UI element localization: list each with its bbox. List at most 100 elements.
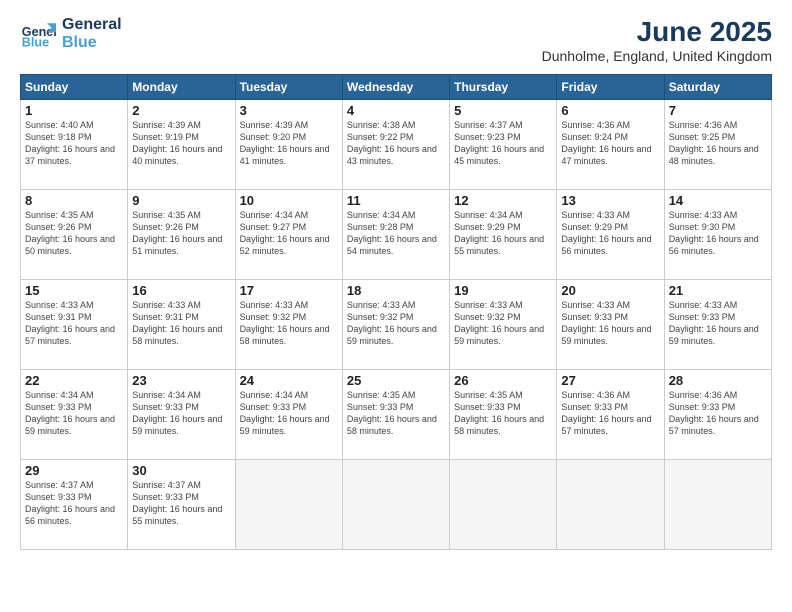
daylight-label: Daylight: 16 hours and 54 minutes.	[347, 234, 437, 256]
daylight-label: Daylight: 16 hours and 41 minutes.	[240, 144, 330, 166]
daylight-label: Daylight: 16 hours and 58 minutes.	[347, 414, 437, 436]
calendar-row: 15 Sunrise: 4:33 AM Sunset: 9:31 PM Dayl…	[21, 280, 772, 370]
header-friday: Friday	[557, 75, 664, 100]
day-number: 28	[669, 373, 767, 388]
calendar-cell	[342, 460, 449, 550]
sunset-label: Sunset: 9:24 PM	[561, 132, 628, 142]
day-info: Sunrise: 4:37 AM Sunset: 9:33 PM Dayligh…	[25, 479, 123, 528]
day-number: 16	[132, 283, 230, 298]
day-number: 22	[25, 373, 123, 388]
daylight-label: Daylight: 16 hours and 59 minutes.	[454, 324, 544, 346]
sunrise-label: Sunrise: 4:33 AM	[561, 210, 630, 220]
header: General Blue General Blue June 2025 Dunh…	[20, 16, 772, 64]
day-number: 13	[561, 193, 659, 208]
day-info: Sunrise: 4:36 AM Sunset: 9:33 PM Dayligh…	[561, 389, 659, 438]
calendar-cell: 22 Sunrise: 4:34 AM Sunset: 9:33 PM Dayl…	[21, 370, 128, 460]
calendar-row: 29 Sunrise: 4:37 AM Sunset: 9:33 PM Dayl…	[21, 460, 772, 550]
weekday-header-row: Sunday Monday Tuesday Wednesday Thursday…	[21, 75, 772, 100]
sunset-label: Sunset: 9:22 PM	[347, 132, 414, 142]
sunrise-label: Sunrise: 4:33 AM	[669, 300, 738, 310]
day-info: Sunrise: 4:39 AM Sunset: 9:20 PM Dayligh…	[240, 119, 338, 168]
sunrise-label: Sunrise: 4:33 AM	[454, 300, 523, 310]
calendar-row: 1 Sunrise: 4:40 AM Sunset: 9:18 PM Dayli…	[21, 100, 772, 190]
sunset-label: Sunset: 9:33 PM	[240, 402, 307, 412]
day-info: Sunrise: 4:35 AM Sunset: 9:33 PM Dayligh…	[454, 389, 552, 438]
sunrise-label: Sunrise: 4:36 AM	[669, 120, 738, 130]
calendar-cell: 10 Sunrise: 4:34 AM Sunset: 9:27 PM Dayl…	[235, 190, 342, 280]
header-sunday: Sunday	[21, 75, 128, 100]
daylight-label: Daylight: 16 hours and 47 minutes.	[561, 144, 651, 166]
sunrise-label: Sunrise: 4:34 AM	[240, 390, 309, 400]
calendar-cell	[557, 460, 664, 550]
sunrise-label: Sunrise: 4:35 AM	[132, 210, 201, 220]
sunrise-label: Sunrise: 4:37 AM	[25, 480, 94, 490]
location: Dunholme, England, United Kingdom	[542, 48, 772, 64]
day-number: 19	[454, 283, 552, 298]
daylight-label: Daylight: 16 hours and 37 minutes.	[25, 144, 115, 166]
sunrise-label: Sunrise: 4:38 AM	[347, 120, 416, 130]
calendar-cell: 17 Sunrise: 4:33 AM Sunset: 9:32 PM Dayl…	[235, 280, 342, 370]
calendar-cell: 13 Sunrise: 4:33 AM Sunset: 9:29 PM Dayl…	[557, 190, 664, 280]
day-info: Sunrise: 4:34 AM Sunset: 9:28 PM Dayligh…	[347, 209, 445, 258]
sunrise-label: Sunrise: 4:36 AM	[561, 390, 630, 400]
sunrise-label: Sunrise: 4:39 AM	[240, 120, 309, 130]
daylight-label: Daylight: 16 hours and 58 minutes.	[454, 414, 544, 436]
day-number: 7	[669, 103, 767, 118]
sunset-label: Sunset: 9:31 PM	[132, 312, 199, 322]
day-number: 9	[132, 193, 230, 208]
calendar-cell: 11 Sunrise: 4:34 AM Sunset: 9:28 PM Dayl…	[342, 190, 449, 280]
sunset-label: Sunset: 9:26 PM	[132, 222, 199, 232]
daylight-label: Daylight: 16 hours and 55 minutes.	[132, 504, 222, 526]
daylight-label: Daylight: 16 hours and 56 minutes.	[25, 504, 115, 526]
sunset-label: Sunset: 9:32 PM	[454, 312, 521, 322]
calendar-cell: 7 Sunrise: 4:36 AM Sunset: 9:25 PM Dayli…	[664, 100, 771, 190]
day-info: Sunrise: 4:34 AM Sunset: 9:33 PM Dayligh…	[240, 389, 338, 438]
sunset-label: Sunset: 9:33 PM	[132, 402, 199, 412]
day-info: Sunrise: 4:36 AM Sunset: 9:25 PM Dayligh…	[669, 119, 767, 168]
sunset-label: Sunset: 9:18 PM	[25, 132, 92, 142]
daylight-label: Daylight: 16 hours and 55 minutes.	[454, 234, 544, 256]
day-info: Sunrise: 4:38 AM Sunset: 9:22 PM Dayligh…	[347, 119, 445, 168]
calendar-row: 22 Sunrise: 4:34 AM Sunset: 9:33 PM Dayl…	[21, 370, 772, 460]
month-title: June 2025	[542, 16, 772, 48]
calendar-cell: 6 Sunrise: 4:36 AM Sunset: 9:24 PM Dayli…	[557, 100, 664, 190]
daylight-label: Daylight: 16 hours and 56 minutes.	[561, 234, 651, 256]
day-number: 5	[454, 103, 552, 118]
day-number: 12	[454, 193, 552, 208]
day-number: 20	[561, 283, 659, 298]
calendar-row: 8 Sunrise: 4:35 AM Sunset: 9:26 PM Dayli…	[21, 190, 772, 280]
logo-icon: General Blue	[20, 16, 56, 52]
sunset-label: Sunset: 9:32 PM	[347, 312, 414, 322]
day-info: Sunrise: 4:35 AM Sunset: 9:26 PM Dayligh…	[25, 209, 123, 258]
daylight-label: Daylight: 16 hours and 45 minutes.	[454, 144, 544, 166]
sunrise-label: Sunrise: 4:34 AM	[132, 390, 201, 400]
day-info: Sunrise: 4:33 AM Sunset: 9:31 PM Dayligh…	[132, 299, 230, 348]
daylight-label: Daylight: 16 hours and 52 minutes.	[240, 234, 330, 256]
calendar-cell: 16 Sunrise: 4:33 AM Sunset: 9:31 PM Dayl…	[128, 280, 235, 370]
daylight-label: Daylight: 16 hours and 48 minutes.	[669, 144, 759, 166]
calendar-cell: 23 Sunrise: 4:34 AM Sunset: 9:33 PM Dayl…	[128, 370, 235, 460]
page: General Blue General Blue June 2025 Dunh…	[0, 0, 792, 612]
calendar-cell: 28 Sunrise: 4:36 AM Sunset: 9:33 PM Dayl…	[664, 370, 771, 460]
header-saturday: Saturday	[664, 75, 771, 100]
daylight-label: Daylight: 16 hours and 43 minutes.	[347, 144, 437, 166]
calendar-cell: 25 Sunrise: 4:35 AM Sunset: 9:33 PM Dayl…	[342, 370, 449, 460]
sunrise-label: Sunrise: 4:33 AM	[132, 300, 201, 310]
calendar-cell: 14 Sunrise: 4:33 AM Sunset: 9:30 PM Dayl…	[664, 190, 771, 280]
calendar-cell: 26 Sunrise: 4:35 AM Sunset: 9:33 PM Dayl…	[450, 370, 557, 460]
day-number: 6	[561, 103, 659, 118]
svg-text:Blue: Blue	[22, 36, 49, 50]
daylight-label: Daylight: 16 hours and 57 minutes.	[669, 414, 759, 436]
day-info: Sunrise: 4:33 AM Sunset: 9:29 PM Dayligh…	[561, 209, 659, 258]
sunrise-label: Sunrise: 4:39 AM	[132, 120, 201, 130]
sunset-label: Sunset: 9:33 PM	[454, 402, 521, 412]
day-number: 10	[240, 193, 338, 208]
title-block: June 2025 Dunholme, England, United King…	[542, 16, 772, 64]
day-number: 3	[240, 103, 338, 118]
sunrise-label: Sunrise: 4:33 AM	[347, 300, 416, 310]
sunset-label: Sunset: 9:33 PM	[347, 402, 414, 412]
calendar-cell: 21 Sunrise: 4:33 AM Sunset: 9:33 PM Dayl…	[664, 280, 771, 370]
calendar-table: Sunday Monday Tuesday Wednesday Thursday…	[20, 74, 772, 550]
day-info: Sunrise: 4:33 AM Sunset: 9:32 PM Dayligh…	[454, 299, 552, 348]
daylight-label: Daylight: 16 hours and 56 minutes.	[669, 234, 759, 256]
